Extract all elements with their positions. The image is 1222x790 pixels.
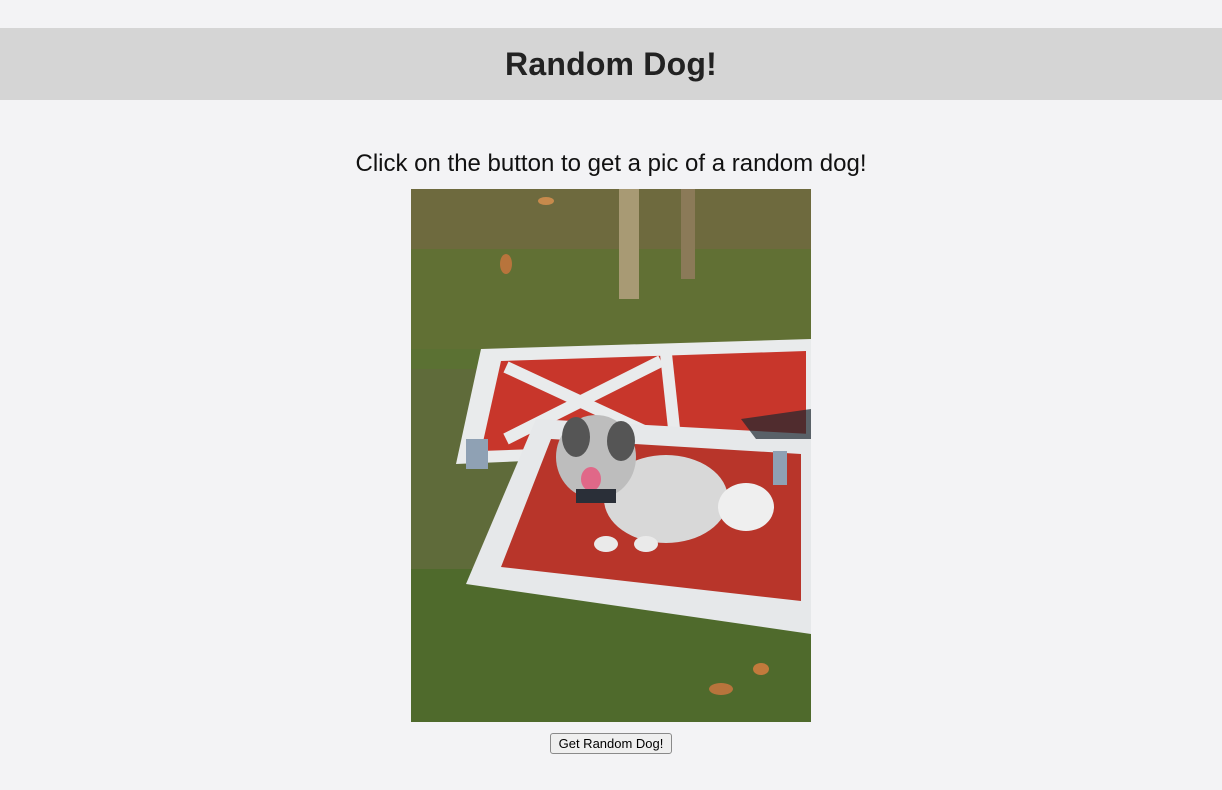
dog-photo: [411, 189, 811, 722]
page-header: Random Dog!: [0, 28, 1222, 100]
page-title: Random Dog!: [505, 45, 717, 82]
instruction-text: Click on the button to get a pic of a ra…: [355, 150, 867, 177]
get-random-dog-button[interactable]: Get Random Dog!: [550, 733, 672, 754]
